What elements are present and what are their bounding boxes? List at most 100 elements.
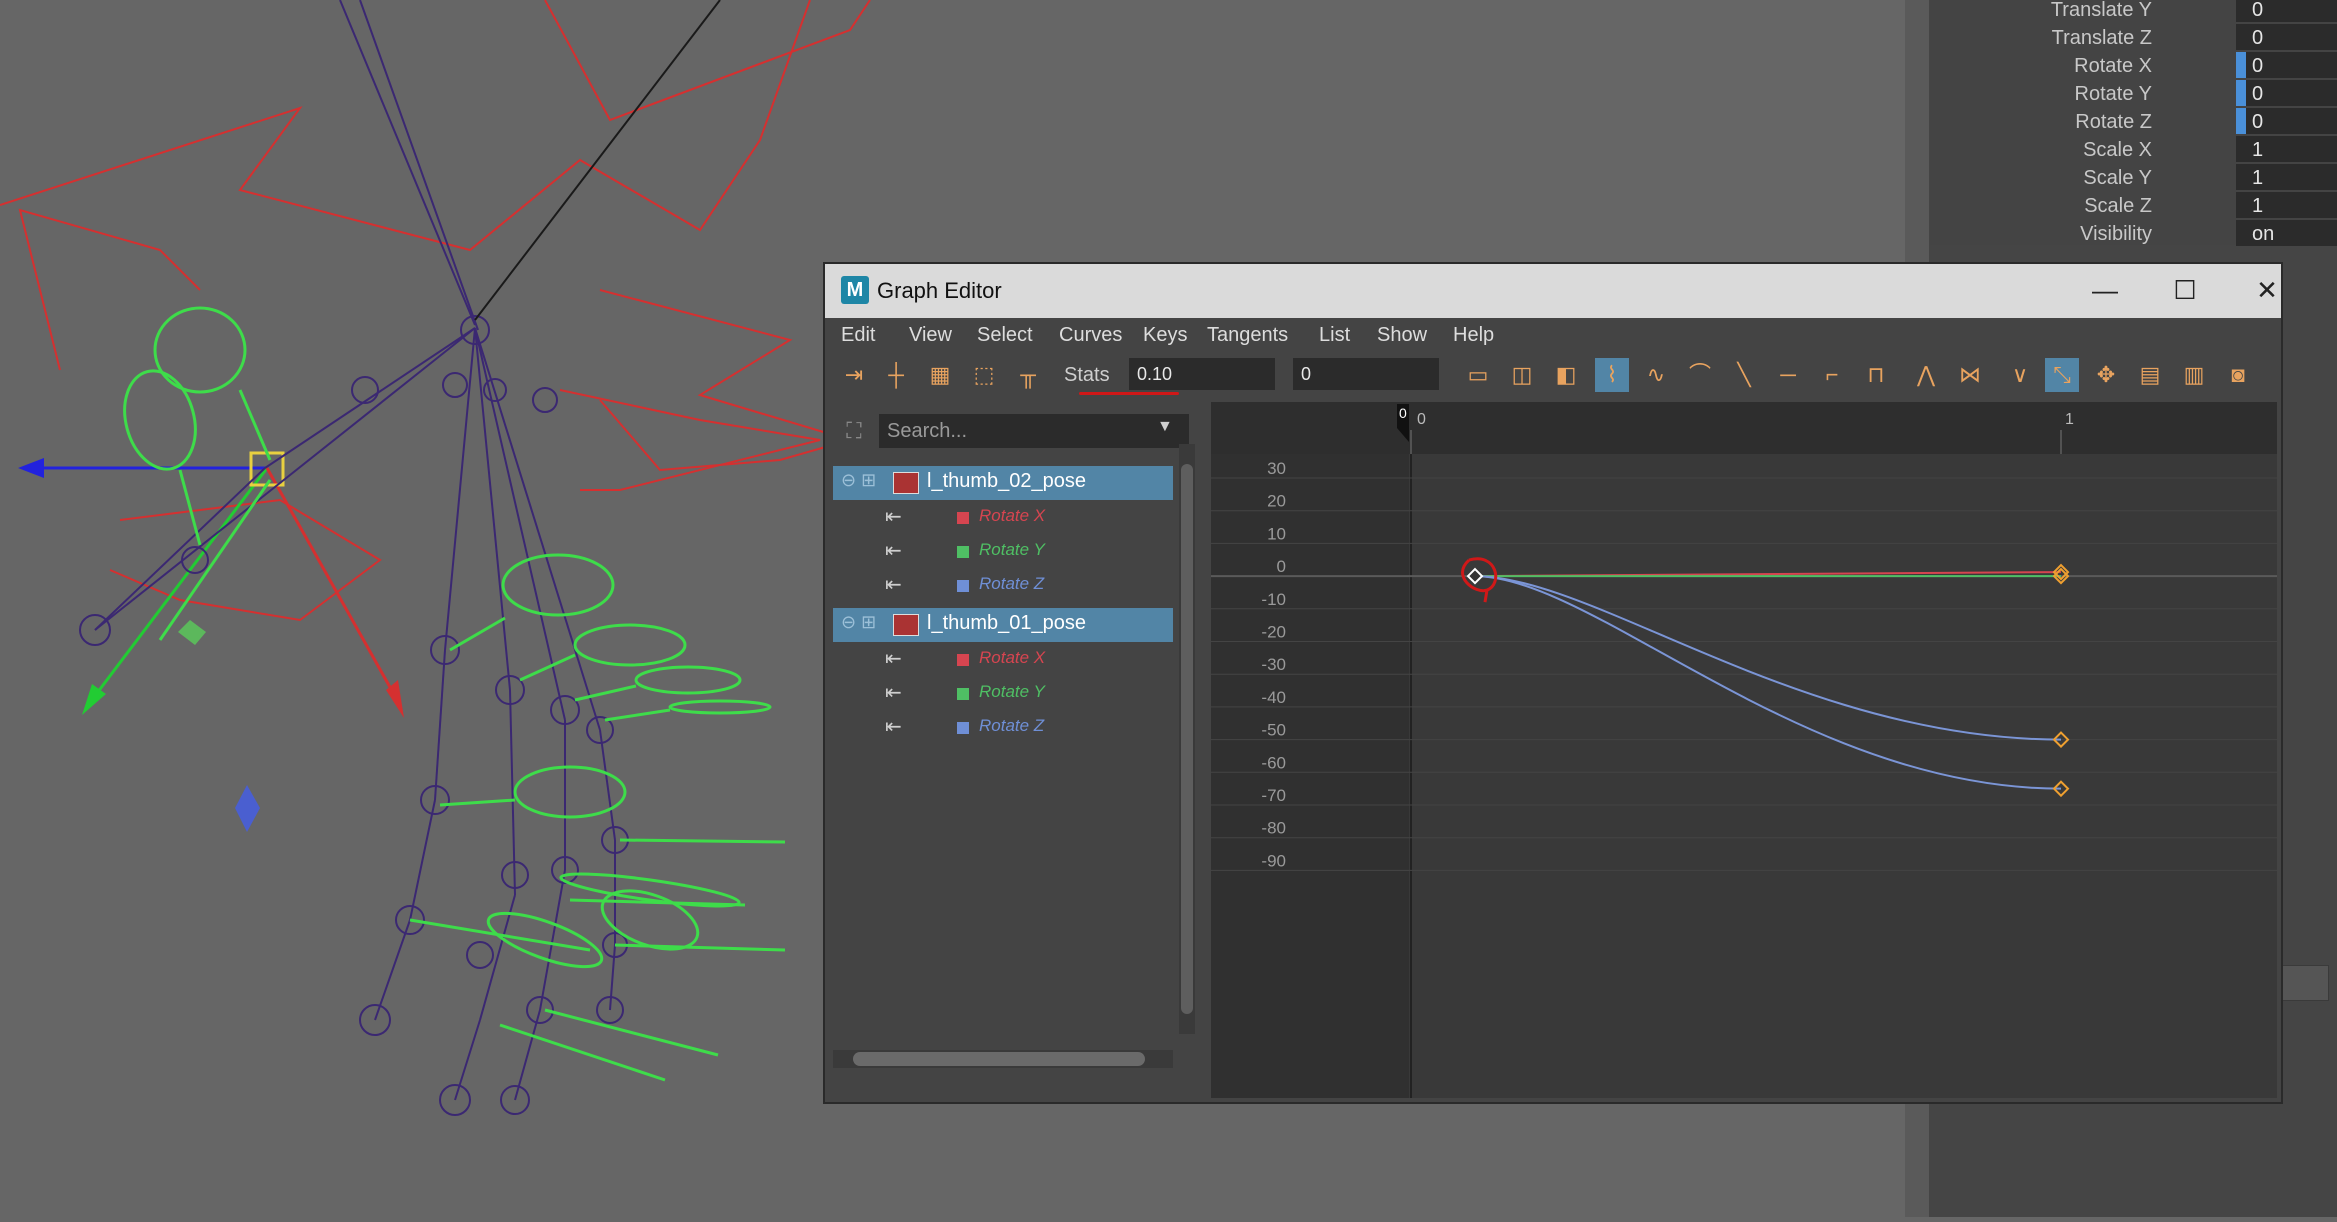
stats-time-field[interactable]: 0.10	[1129, 358, 1275, 390]
unify-tangent-icon[interactable]: ⋈	[1953, 358, 1987, 392]
curve-graph-view[interactable]: 0 1 0 30 20 10 0 -10 -20 -30 -40 -50 -60 -70 -80 -90	[1211, 402, 2277, 1098]
curve-icon: ⇤	[885, 540, 902, 562]
channel-row[interactable]: Scale Y 1	[1930, 164, 2337, 192]
outliner-attribute[interactable]: ⇤ Rotate Y	[833, 534, 1173, 568]
title-bar[interactable]: M Graph Editor — ☐ ✕	[825, 264, 2281, 318]
lock-weight-icon[interactable]: ⤡	[2045, 358, 2079, 392]
color-swatch	[957, 688, 969, 700]
y-tick-label: 0	[1277, 557, 1286, 576]
channel-label: Rotate X	[2074, 55, 2152, 77]
channel-row[interactable]: Rotate X 0	[1930, 52, 2337, 80]
close-button[interactable]: ✕	[2245, 270, 2289, 310]
menu-select[interactable]: Select	[977, 324, 1033, 347]
maya-logo-icon: M	[841, 276, 869, 304]
channel-label: Scale Z	[2084, 195, 2152, 217]
channel-value: on	[2252, 223, 2275, 245]
outliner-attribute[interactable]: ⇤ Rotate X	[833, 642, 1173, 676]
menu-list[interactable]: List	[1319, 324, 1350, 347]
trax-editor-icon[interactable]: ▥	[2177, 358, 2211, 392]
lattice-deform-icon[interactable]: ▦	[923, 358, 957, 392]
region-select-icon[interactable]: ⬚	[967, 358, 1001, 392]
plateau-tangent-icon[interactable]: ⊓	[1859, 358, 1893, 392]
channel-value: 1	[2252, 139, 2264, 161]
auto-tangent-icon[interactable]: ⌇	[1595, 358, 1629, 392]
outliner-node[interactable]: ⊖ ⊞ l_thumb_02_pose	[833, 466, 1173, 500]
channel-row[interactable]: Translate Y 0	[1930, 0, 2337, 24]
attribute-label: Rotate Z	[979, 574, 1045, 593]
spline-tangent-icon[interactable]: ∿	[1639, 358, 1673, 392]
buffer-curve-icon[interactable]: ✥	[2089, 358, 2123, 392]
menu-show[interactable]: Show	[1377, 324, 1427, 347]
camera-icon[interactable]: ◙	[2221, 358, 2255, 392]
channel-row[interactable]: Scale X 1	[1930, 136, 2337, 164]
graph-outliner: ⛶ Search... ▼ ⊖ ⊞ l_thumb_02_pose ⇤ Rota…	[833, 404, 1199, 1094]
outliner-node[interactable]: ⊖ ⊞ l_thumb_01_pose	[833, 608, 1173, 642]
menu-edit[interactable]: Edit	[841, 324, 875, 347]
y-tick-label: -10	[1261, 590, 1286, 609]
keyframe-selected	[1466, 567, 1484, 585]
channel-row[interactable]: Rotate Y 0	[1930, 80, 2337, 108]
channel-value: 0	[2252, 111, 2264, 133]
chevron-down-icon[interactable]: ▼	[1157, 418, 1173, 436]
center-current-icon[interactable]: ◧	[1549, 358, 1583, 392]
menu-help[interactable]: Help	[1453, 324, 1494, 347]
outliner-attribute[interactable]: ⇤ Rotate Z	[833, 710, 1173, 744]
annotation-circle	[1461, 557, 1498, 603]
outliner-attribute[interactable]: ⇤ Rotate Y	[833, 676, 1173, 710]
menu-curves[interactable]: Curves	[1059, 324, 1122, 347]
frame-playback-icon[interactable]: ◫	[1505, 358, 1539, 392]
ruler-label-start: 0	[1417, 411, 1426, 428]
keyed-indicator	[2236, 108, 2246, 134]
dope-sheet-icon[interactable]: ▤	[2133, 358, 2167, 392]
channel-row[interactable]: Translate Z 0	[1930, 24, 2337, 52]
channel-label: Scale X	[2083, 139, 2152, 161]
outliner-attribute[interactable]: ⇤ Rotate Z	[833, 568, 1173, 602]
color-swatch	[957, 580, 969, 592]
key-icon-button[interactable]	[2282, 965, 2329, 1001]
linear-tangent-icon[interactable]: ╲	[1727, 358, 1761, 392]
channel-row[interactable]: Rotate Z 0	[1930, 108, 2337, 136]
maximize-button[interactable]: ☐	[2163, 270, 2207, 310]
channel-row[interactable]: Visibility on	[1930, 220, 2337, 248]
curve-canvas[interactable]: 0 103020100-10-20-30-40-50-60-70-80-90	[1211, 402, 2277, 1098]
ruler-label-end: 1	[2065, 411, 2074, 428]
scrollbar-thumb[interactable]	[853, 1052, 1145, 1066]
y-tick-label: -70	[1261, 786, 1286, 805]
channel-row[interactable]: Scale Z 1	[1930, 192, 2337, 220]
move-key-icon[interactable]: ⇥	[837, 358, 871, 392]
keyed-indicator	[2236, 80, 2246, 106]
y-tick-label: 30	[1267, 459, 1286, 478]
curve-icon: ⇤	[885, 682, 902, 704]
color-swatch	[957, 546, 969, 558]
break-tangent-icon[interactable]: ⋀	[1909, 358, 1943, 392]
y-tick-label: -50	[1261, 721, 1286, 740]
transform-node-icon	[893, 472, 919, 494]
outliner-attribute[interactable]: ⇤ Rotate X	[833, 500, 1173, 534]
free-weight-icon[interactable]: ∨	[2003, 358, 2037, 392]
minimize-button[interactable]: —	[2083, 270, 2127, 310]
frame-all-icon[interactable]: ▭	[1461, 358, 1495, 392]
insert-key-icon[interactable]: ┼	[879, 358, 913, 392]
y-tick-label: -30	[1261, 655, 1286, 674]
graph-editor-window: M Graph Editor — ☐ ✕ Edit View Select Cu…	[823, 262, 2283, 1104]
stats-value-field[interactable]: 0	[1293, 358, 1439, 390]
retime-icon[interactable]: ╥	[1011, 358, 1045, 392]
flat-tangent-icon[interactable]: ─	[1771, 358, 1805, 392]
menu-view[interactable]: View	[909, 324, 952, 347]
step-tangent-icon[interactable]: ⌐	[1815, 358, 1849, 392]
collapse-icon[interactable]: ⊖ ⊞	[841, 612, 876, 633]
scrollbar-thumb[interactable]	[1181, 464, 1193, 1014]
filter-icon[interactable]: ⛶	[839, 416, 869, 446]
channel-value: 1	[2252, 167, 2264, 189]
search-input[interactable]: Search...	[879, 414, 1189, 448]
y-tick-label: -60	[1261, 753, 1286, 772]
color-swatch	[957, 654, 969, 666]
y-tick-label: 20	[1267, 492, 1286, 511]
green-diamond	[178, 620, 206, 645]
menu-tangents[interactable]: Tangents	[1207, 324, 1288, 347]
channel-label: Scale Y	[2083, 167, 2152, 189]
menu-keys[interactable]: Keys	[1143, 324, 1187, 347]
clamped-tangent-icon[interactable]: ⌒	[1683, 358, 1717, 392]
curve-icon: ⇤	[885, 506, 902, 528]
collapse-icon[interactable]: ⊖ ⊞	[841, 470, 876, 491]
